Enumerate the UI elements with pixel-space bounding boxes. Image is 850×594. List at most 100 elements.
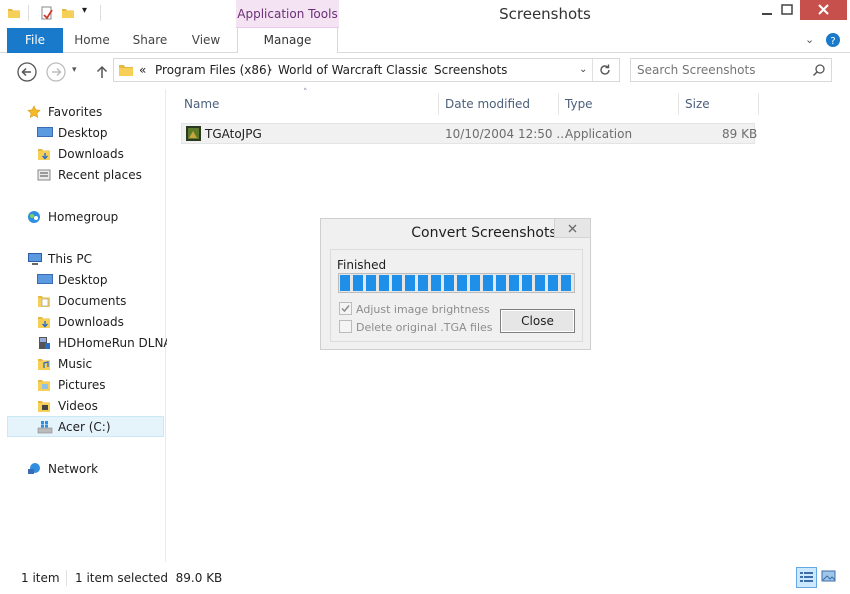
nav-item-videos[interactable]: Videos: [0, 396, 164, 416]
nav-label: Recent places: [58, 168, 142, 182]
refresh-icon[interactable]: [598, 63, 612, 80]
breadcrumb-screenshots[interactable]: Screenshots: [434, 63, 507, 77]
nav-item-recent-places[interactable]: Recent places: [0, 165, 164, 185]
status-bar: 1 item 1 item selected 89.0 KB: [0, 562, 850, 594]
nav-item-desktop[interactable]: Desktop: [0, 270, 164, 290]
downloads-folder-icon: [37, 147, 51, 161]
nav-item-downloads[interactable]: Downloads: [0, 312, 164, 332]
nav-item-music[interactable]: Music: [0, 354, 164, 374]
large-icons-view-button[interactable]: [819, 567, 840, 588]
nav-item-pictures[interactable]: Pictures: [0, 375, 164, 395]
nav-item-downloads[interactable]: Downloads: [0, 144, 164, 164]
brightness-label: Adjust image brightness: [356, 303, 490, 316]
search-box[interactable]: [630, 58, 832, 82]
progress-segment: [418, 275, 428, 291]
column-header-name[interactable]: Name: [184, 97, 219, 111]
progress-segment: [379, 275, 389, 291]
documents-folder-icon: [37, 294, 51, 308]
nav-label: Acer (C:): [58, 420, 111, 434]
column-header-size[interactable]: Size: [685, 97, 710, 111]
star-icon: [27, 105, 41, 119]
column-header-date-modified[interactable]: Date modified: [445, 97, 530, 111]
progress-segment: [483, 275, 493, 291]
window-title: Screenshots: [499, 5, 591, 23]
maximize-button[interactable]: [773, 0, 803, 20]
nav-label: Favorites: [48, 105, 103, 119]
context-tab-group: Application Tools: [236, 0, 339, 28]
nav-label: This PC: [48, 252, 92, 266]
address-bar[interactable]: « Program Files (x86) › World of Warcraf…: [113, 58, 620, 82]
nav-this-pc[interactable]: This PC: [0, 249, 164, 269]
media-server-icon: [37, 336, 51, 350]
tab-home[interactable]: Home: [68, 28, 116, 53]
back-button[interactable]: [16, 61, 38, 83]
nav-item-hdhomerun[interactable]: HDHomeRun DLNA: [0, 333, 172, 353]
forward-button[interactable]: [45, 61, 67, 83]
properties-icon[interactable]: [40, 6, 54, 20]
up-button[interactable]: [91, 61, 113, 83]
search-input[interactable]: [637, 62, 807, 78]
svg-text:?: ?: [830, 36, 835, 47]
breadcrumb-program-files[interactable]: Program Files (x86): [155, 63, 271, 77]
nav-item-documents[interactable]: Documents: [0, 291, 164, 311]
breadcrumb-separator[interactable]: ›: [422, 63, 426, 76]
dialog-close-button[interactable]: [554, 219, 590, 238]
application-icon: [186, 126, 201, 144]
breadcrumb-separator[interactable]: ›: [268, 63, 272, 76]
nav-item-desktop[interactable]: Desktop: [0, 123, 164, 143]
item-count: 1 item: [21, 571, 60, 585]
progress-segment: [535, 275, 545, 291]
nav-homegroup[interactable]: Homegroup: [0, 207, 164, 227]
nav-label: Pictures: [58, 378, 106, 392]
tab-manage[interactable]: Manage: [237, 28, 338, 53]
nav-label: Documents: [58, 294, 127, 308]
nav-favorites[interactable]: Favorites: [0, 102, 164, 122]
downloads-folder-icon: [37, 315, 51, 329]
recent-places-icon: [37, 168, 51, 182]
customize-qat-icon[interactable]: ▾: [82, 5, 87, 16]
address-dropdown-icon[interactable]: ⌄: [579, 64, 587, 75]
brightness-checkbox[interactable]: [339, 302, 352, 315]
ribbon-tabs: File Home Share View Manage ⌄ ?: [0, 28, 850, 53]
column-header-type[interactable]: Type: [565, 97, 593, 111]
file-date: 10/10/2004 12:50 ...: [445, 127, 568, 141]
progress-segment: [522, 275, 532, 291]
progress-segment: [366, 275, 376, 291]
navigation-pane: Favorites Desktop Downloads Recent place…: [0, 89, 172, 562]
dialog-group-box: Finished Adjust image brightness Delete …: [330, 249, 583, 342]
recent-locations-icon[interactable]: ▾: [72, 65, 77, 75]
progress-segment: [509, 275, 519, 291]
delete-tga-checkbox[interactable]: [339, 320, 352, 333]
new-folder-icon[interactable]: [61, 6, 75, 20]
table-row[interactable]: TGAtoJPG 10/10/2004 12:50 ... Applicatio…: [181, 123, 758, 144]
details-view-button[interactable]: [796, 567, 817, 588]
breadcrumb-overflow[interactable]: «: [139, 63, 146, 77]
progress-segment: [340, 275, 350, 291]
close-button[interactable]: Close: [500, 309, 575, 333]
tab-view[interactable]: View: [184, 28, 228, 53]
desktop-icon: [37, 273, 53, 287]
homegroup-icon: [27, 210, 41, 224]
folder-icon[interactable]: [7, 6, 21, 20]
search-icon[interactable]: [812, 63, 826, 80]
drive-icon: [37, 420, 53, 434]
nav-label: Downloads: [58, 315, 124, 329]
expand-ribbon-icon[interactable]: ⌄: [805, 33, 814, 46]
breadcrumb-wow-classic[interactable]: World of Warcraft Classic: [278, 63, 428, 77]
pictures-folder-icon: [37, 378, 51, 392]
progress-segment: [353, 275, 363, 291]
help-icon[interactable]: ?: [825, 32, 841, 51]
convert-screenshots-dialog: Convert Screenshots Finished Adjust imag…: [320, 218, 591, 350]
nav-label: Music: [58, 357, 93, 371]
tab-file[interactable]: File: [7, 28, 63, 53]
folder-icon: [118, 62, 134, 81]
computer-icon: [27, 252, 42, 266]
nav-network[interactable]: Network: [0, 459, 164, 479]
tab-share[interactable]: Share: [127, 28, 173, 53]
progress-segment: [457, 275, 467, 291]
close-window-button[interactable]: [800, 0, 847, 20]
network-icon: [27, 462, 41, 476]
file-size: 89 KB: [722, 127, 758, 141]
nav-label: Desktop: [58, 273, 108, 287]
nav-item-acer-c[interactable]: Acer (C:): [7, 416, 164, 437]
